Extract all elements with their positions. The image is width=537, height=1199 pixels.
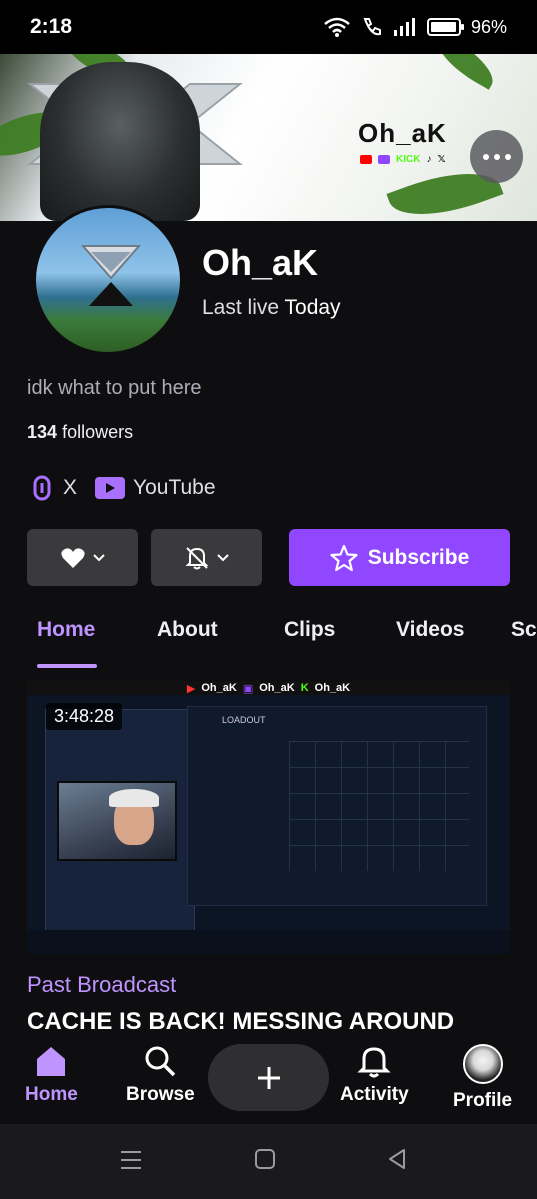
youtube-icon: ▶	[186, 682, 196, 695]
tab-clips[interactable]: Clips	[284, 618, 335, 642]
subscribe-button[interactable]: Subscribe	[289, 529, 510, 586]
leaf-decoration	[428, 54, 502, 90]
chevron-down-icon	[92, 553, 105, 561]
thumbnail-overlay-bar: ▶ Oh_aK ▣ Oh_aK K Oh_aK	[27, 681, 510, 695]
youtube-icon[interactable]	[95, 477, 126, 499]
channel-name: Oh_aK	[202, 242, 319, 283]
status-bar: 2:18 96%	[0, 0, 537, 54]
channel-bio: idk what to put here	[27, 377, 202, 399]
channel-banner: Oh_aK KICK ♪ 𝕏	[0, 54, 537, 221]
x-icon: 𝕏	[437, 154, 446, 165]
battery-percent: 96%	[470, 16, 507, 37]
more-options-button[interactable]	[470, 130, 523, 183]
twitch-icon: ▣	[242, 682, 254, 695]
webcam-overlay	[57, 781, 177, 861]
avatar-icon	[462, 1044, 503, 1084]
plus-icon	[257, 1066, 280, 1089]
tab-home[interactable]: Home	[37, 618, 95, 642]
bell-off-icon	[185, 546, 208, 569]
warrior-figure	[40, 62, 200, 221]
video-type: Past Broadcast	[27, 972, 177, 997]
link-youtube[interactable]: YouTube	[133, 476, 216, 500]
kick-label: KICK	[396, 154, 421, 165]
last-live: Last live Today	[202, 296, 341, 319]
banner-socials: KICK ♪ 𝕏	[360, 154, 446, 165]
tab-schedule[interactable]: Sc	[511, 618, 537, 642]
banner-logo: Oh_aK	[358, 118, 447, 148]
followers-count: 134 followers	[27, 422, 134, 442]
game-backpack-grid	[289, 741, 469, 871]
avatar-logo	[81, 245, 141, 306]
nav-activity[interactable]: Activity	[340, 1044, 409, 1106]
system-navigation-bar	[0, 1124, 537, 1199]
heart-icon	[60, 547, 85, 568]
create-button[interactable]	[208, 1044, 329, 1111]
battery-icon	[426, 18, 464, 36]
tab-indicator	[37, 664, 97, 668]
channel-avatar[interactable]	[33, 205, 183, 355]
status-time: 2:18	[30, 15, 73, 38]
wifi-icon	[324, 17, 350, 37]
nav-profile[interactable]: Profile	[453, 1044, 512, 1112]
social-links: X YouTube	[27, 473, 216, 503]
search-icon	[145, 1046, 176, 1077]
youtube-icon	[360, 155, 372, 164]
tab-videos[interactable]: Videos	[396, 618, 464, 642]
notifications-button[interactable]	[151, 529, 262, 586]
call-icon	[363, 18, 381, 36]
video-duration: 3:48:28	[46, 703, 123, 730]
bell-icon	[357, 1047, 391, 1078]
home-system-icon[interactable]	[254, 1148, 276, 1170]
channel-tabs: Home About Clips Videos Sc	[0, 612, 537, 670]
link-x[interactable]: X	[63, 476, 77, 500]
twitch-icon	[378, 155, 390, 164]
chevron-down-icon	[216, 553, 229, 561]
follow-button[interactable]	[27, 529, 138, 586]
tiktok-icon: ♪	[426, 154, 432, 165]
status-icons: 96%	[323, 16, 507, 38]
game-hint-bar	[27, 930, 510, 954]
star-icon	[330, 544, 358, 571]
link-icon[interactable]	[27, 473, 57, 503]
video-title[interactable]: CACHE IS BACK! MESSING AROUND	[27, 1008, 454, 1036]
bottom-navigation: Home Browse Activity Profile	[0, 1036, 537, 1124]
kick-icon: K	[300, 682, 309, 694]
nav-browse[interactable]: Browse	[126, 1044, 195, 1106]
signal-icon	[393, 18, 415, 36]
home-icon	[37, 1047, 66, 1076]
tab-about[interactable]: About	[157, 618, 218, 642]
recent-apps-icon[interactable]	[119, 1148, 143, 1172]
nav-home[interactable]: Home	[25, 1044, 78, 1106]
back-icon[interactable]	[386, 1148, 408, 1170]
